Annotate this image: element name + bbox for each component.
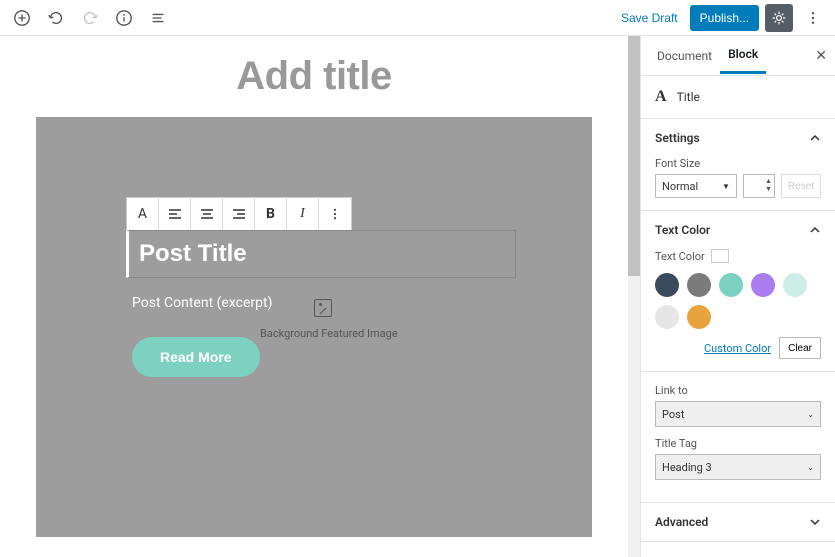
color-swatch[interactable] (719, 273, 743, 297)
title-tag-value: Heading 3 (662, 461, 712, 474)
read-more-button[interactable]: Read More (132, 337, 260, 377)
custom-color-link[interactable]: Custom Color (704, 342, 771, 355)
more-options-button[interactable] (799, 4, 827, 32)
spinner-icon: ▲▼ (765, 177, 772, 193)
text-color-label: Text Color (655, 250, 705, 263)
main-area: Add title A B I Post Title Post Content … (0, 36, 835, 557)
text-color-panel: Text Color Text Color Custom Color Clear (641, 211, 835, 372)
redo-button[interactable] (76, 4, 104, 32)
undo-button[interactable] (42, 4, 70, 32)
featured-image-label: Background Featured Image (260, 327, 398, 340)
text-color-heading: Text Color (655, 223, 710, 237)
tab-document[interactable]: Document (649, 39, 720, 73)
italic-button[interactable]: I (287, 198, 319, 230)
chevron-down-icon: ▼ (722, 182, 730, 191)
topbar-left-tools (8, 4, 172, 32)
link-to-panel: Link to Post ⌄ Title Tag Heading 3 ⌄ (641, 372, 835, 503)
info-button[interactable] (110, 4, 138, 32)
color-swatch[interactable] (783, 273, 807, 297)
sidebar-tabs: Document Block ✕ (641, 36, 835, 76)
align-left-icon (167, 206, 183, 222)
advanced-panel-header[interactable]: Advanced (641, 503, 835, 541)
bold-button[interactable]: B (255, 198, 287, 230)
font-size-reset-button[interactable]: Reset (781, 174, 821, 198)
publish-button[interactable]: Publish... (690, 5, 759, 31)
close-sidebar-button[interactable]: ✕ (815, 48, 827, 64)
chevron-up-icon (809, 132, 821, 144)
gear-icon (771, 10, 787, 26)
link-to-label: Link to (655, 384, 821, 397)
post-title-input[interactable]: Add title (0, 54, 628, 99)
advanced-heading: Advanced (655, 515, 708, 529)
text-color-panel-header[interactable]: Text Color (641, 211, 835, 249)
settings-sidebar: Document Block ✕ A Title Settings Font S… (640, 36, 835, 557)
save-draft-button[interactable]: Save Draft (615, 11, 684, 25)
editor-canvas-area: Add title A B I Post Title Post Content … (0, 36, 628, 557)
font-size-label: Font Size (655, 157, 821, 170)
color-swatch[interactable] (687, 305, 711, 329)
color-swatch[interactable] (655, 273, 679, 297)
advanced-panel: Advanced (641, 503, 835, 542)
title-block-icon: A (655, 88, 667, 106)
color-swatch[interactable] (687, 273, 711, 297)
block-more-button[interactable] (319, 198, 351, 230)
align-right-icon (231, 206, 247, 222)
topbar-right-actions: Save Draft Publish... (615, 4, 827, 32)
align-center-button[interactable] (191, 198, 223, 230)
title-tag-label: Title Tag (655, 437, 821, 450)
outline-button[interactable] (144, 4, 172, 32)
chevron-down-icon: ⌄ (807, 463, 814, 472)
redo-icon (81, 9, 99, 27)
undo-icon (47, 9, 65, 27)
color-swatch[interactable] (751, 273, 775, 297)
list-icon (149, 9, 167, 27)
add-block-button[interactable] (8, 4, 36, 32)
color-swatches (655, 273, 821, 329)
align-center-icon (199, 206, 215, 222)
tab-block[interactable]: Block (720, 37, 766, 74)
post-title-block[interactable]: Post Title (126, 230, 516, 278)
clear-color-button[interactable]: Clear (779, 337, 821, 359)
font-size-select[interactable]: Normal ▼ (655, 174, 737, 198)
block-type-selector[interactable]: A (127, 198, 159, 230)
block-toolbar: A B I (126, 197, 352, 231)
block-canvas: A B I Post Title Post Content (excerpt) … (36, 117, 592, 537)
color-swatch[interactable] (655, 305, 679, 329)
info-icon (115, 9, 133, 27)
plus-circle-icon (13, 9, 31, 27)
chevron-down-icon (809, 516, 821, 528)
chevron-down-icon: ⌄ (807, 410, 814, 419)
font-size-value: Normal (662, 180, 698, 193)
link-to-value: Post (662, 408, 684, 421)
align-right-button[interactable] (223, 198, 255, 230)
font-size-number-input[interactable]: ▲▼ (743, 174, 775, 198)
post-content-placeholder[interactable]: Post Content (excerpt) (132, 295, 272, 311)
settings-button[interactable] (765, 4, 793, 32)
more-vertical-icon (328, 207, 342, 221)
editor-scrollbar[interactable] (628, 36, 640, 557)
more-vertical-icon (805, 10, 821, 26)
current-color-preview (711, 249, 729, 263)
chevron-up-icon (809, 224, 821, 236)
align-left-button[interactable] (159, 198, 191, 230)
block-type-indicator: A Title (641, 76, 835, 119)
link-to-select[interactable]: Post ⌄ (655, 401, 821, 427)
settings-panel: Settings Font Size Normal ▼ ▲▼ Reset (641, 119, 835, 211)
settings-heading: Settings (655, 131, 700, 145)
scrollbar-thumb[interactable] (628, 36, 640, 276)
block-type-label: Title (677, 90, 700, 104)
settings-panel-header[interactable]: Settings (641, 119, 835, 157)
featured-image-icon[interactable] (314, 299, 332, 317)
editor-topbar: Save Draft Publish... (0, 0, 835, 36)
post-title-text: Post Title (139, 240, 247, 268)
title-tag-select[interactable]: Heading 3 ⌄ (655, 454, 821, 480)
